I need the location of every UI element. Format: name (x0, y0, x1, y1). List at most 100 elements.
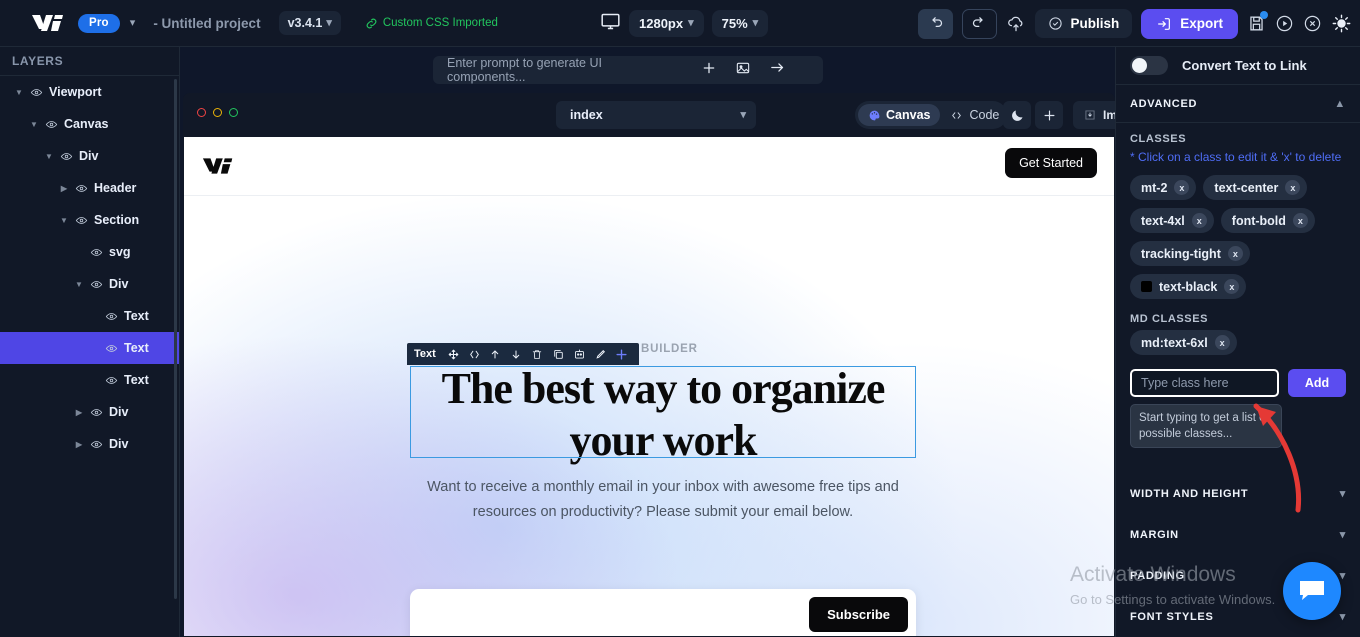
subscribe-button[interactable]: Subscribe (809, 597, 908, 632)
layer-item-section-4[interactable]: Section (0, 204, 179, 236)
class-input[interactable]: Type class here (1130, 369, 1279, 397)
ai-prompt-input[interactable]: Enter prompt to generate UI components..… (433, 56, 683, 84)
section-width-and-height[interactable]: WIDTH AND HEIGHT ▾ (1116, 473, 1360, 514)
remove-class-icon[interactable]: x (1214, 335, 1230, 350)
expand-triangle-icon[interactable] (74, 408, 84, 417)
eye-visibility-icon[interactable] (75, 182, 88, 195)
convert-text-to-link-row[interactable]: Convert Text to Link (1116, 47, 1360, 85)
class-chip-font-bold[interactable]: font-bold x (1220, 208, 1315, 233)
design-canvas[interactable]: Get Started D PAGE BUILDER Text The best… (184, 137, 1114, 636)
eye-visibility-icon[interactable] (75, 214, 88, 227)
custom-css-status[interactable]: Custom CSS Imported (365, 17, 498, 30)
zoom-selector[interactable]: 75% ▾ (711, 10, 769, 37)
layer-item-div-10[interactable]: Div (0, 396, 179, 428)
eye-visibility-icon[interactable] (90, 278, 103, 291)
layer-item-text-9[interactable]: Text (0, 364, 179, 396)
hero-subcopy[interactable]: Want to receive a monthly email in your … (399, 475, 927, 525)
remove-class-icon[interactable]: x (1227, 246, 1243, 261)
collapse-triangle-icon[interactable] (59, 216, 69, 225)
eye-visibility-icon[interactable] (90, 406, 103, 419)
expand-triangle-icon[interactable] (59, 184, 69, 193)
section-margin[interactable]: MARGIN ▾ (1116, 514, 1360, 555)
move-down-icon[interactable] (506, 343, 527, 365)
tab-canvas[interactable]: Canvas (858, 104, 941, 126)
eye-visibility-icon[interactable] (105, 342, 118, 355)
convert-text-to-link-toggle[interactable] (1130, 56, 1168, 75)
eye-visibility-icon[interactable] (30, 86, 43, 99)
class-chip-mt-2[interactable]: mt-2 x (1130, 175, 1197, 200)
code-icon[interactable] (464, 343, 485, 365)
dark-mode-toggle[interactable] (1003, 101, 1031, 129)
site-logo-icon[interactable] (201, 155, 237, 182)
remove-class-icon[interactable]: x (1285, 180, 1301, 195)
ai-assistant-icon[interactable] (569, 343, 590, 365)
layer-item-div-6[interactable]: Div (0, 268, 179, 300)
export-button[interactable]: Export (1141, 8, 1238, 39)
version-selector[interactable]: v3.4.1 ▾ (278, 11, 341, 35)
image-upload-icon[interactable] (735, 60, 751, 81)
submit-prompt-icon[interactable] (769, 59, 786, 81)
chat-support-button[interactable] (1283, 562, 1341, 620)
theme-brightness-button[interactable] (1331, 13, 1352, 34)
collapse-triangle-icon[interactable] (74, 280, 84, 289)
eye-visibility-icon[interactable] (105, 374, 118, 387)
collapse-triangle-icon[interactable] (29, 120, 39, 129)
account-chevron-down-icon[interactable]: ▾ (130, 17, 136, 29)
section-advanced[interactable]: ADVANCED ▲ (1116, 85, 1360, 123)
layers-scrollbar[interactable] (174, 79, 177, 599)
pro-badge[interactable]: Pro (78, 13, 120, 33)
remove-class-icon[interactable]: x (1191, 213, 1207, 228)
layer-item-text-7[interactable]: Text (0, 300, 179, 332)
eye-visibility-icon[interactable] (60, 150, 73, 163)
move-up-icon[interactable] (485, 343, 506, 365)
project-name[interactable]: - Untitled project (153, 16, 260, 31)
md-class-chip-md-text-6xl[interactable]: md:text-6xl x (1130, 330, 1237, 355)
close-circle-button[interactable] (1303, 14, 1322, 33)
eye-visibility-icon[interactable] (90, 438, 103, 451)
layer-item-header-3[interactable]: Header (0, 172, 179, 204)
class-chip-tracking-tight[interactable]: tracking-tight x (1130, 241, 1250, 266)
class-chip-text-4xl[interactable]: text-4xl x (1130, 208, 1214, 233)
add-prompt-icon[interactable] (701, 60, 717, 81)
page-selector[interactable]: index ▾ (556, 101, 756, 129)
layer-item-div-11[interactable]: Div (0, 428, 179, 460)
delete-icon[interactable] (527, 343, 548, 365)
minimize-dot-icon[interactable] (213, 108, 222, 117)
add-class-button[interactable]: Add (1288, 369, 1346, 397)
redo-button[interactable] (962, 8, 998, 39)
maximize-dot-icon[interactable] (229, 108, 238, 117)
email-field[interactable] (424, 597, 744, 636)
undo-button[interactable] (918, 8, 954, 39)
preview-play-button[interactable] (1275, 14, 1294, 33)
save-button[interactable] (1247, 11, 1268, 33)
vi-logo-icon[interactable] (30, 12, 68, 34)
import-button[interactable]: Import (1073, 101, 1115, 129)
desktop-icon[interactable] (600, 11, 621, 37)
eye-visibility-icon[interactable] (90, 246, 103, 259)
layer-item-div-2[interactable]: Div (0, 140, 179, 172)
viewport-width-selector[interactable]: 1280px ▾ (629, 10, 704, 37)
edit-pencil-icon[interactable] (590, 343, 611, 365)
eye-visibility-icon[interactable] (105, 310, 118, 323)
collapse-triangle-icon[interactable] (44, 152, 54, 161)
layer-item-svg-5[interactable]: svg (0, 236, 179, 268)
layers-tree[interactable]: Viewport Canvas Div Header Section svg Div Text… (0, 76, 179, 460)
expand-triangle-icon[interactable] (74, 440, 84, 449)
publish-button[interactable]: Publish (1035, 9, 1133, 38)
add-page-button[interactable] (1035, 101, 1063, 129)
remove-class-icon[interactable]: x (1174, 180, 1190, 195)
layer-item-canvas-1[interactable]: Canvas (0, 108, 179, 140)
tab-code[interactable]: Code (945, 108, 999, 122)
class-chip-text-black[interactable]: text-black x (1130, 274, 1247, 299)
duplicate-icon[interactable] (548, 343, 569, 365)
eye-visibility-icon[interactable] (45, 118, 58, 131)
remove-class-icon[interactable]: x (1224, 279, 1240, 294)
remove-class-icon[interactable]: x (1292, 213, 1308, 228)
collapse-triangle-icon[interactable] (14, 88, 24, 97)
layer-item-viewport-0[interactable]: Viewport (0, 76, 179, 108)
class-chip-text-center[interactable]: text-center x (1203, 175, 1308, 200)
move-icon[interactable] (443, 343, 464, 365)
cloud-upload-button[interactable] (1006, 14, 1026, 34)
layer-item-text-8[interactable]: Text (0, 332, 179, 364)
add-element-icon[interactable] (611, 343, 632, 365)
